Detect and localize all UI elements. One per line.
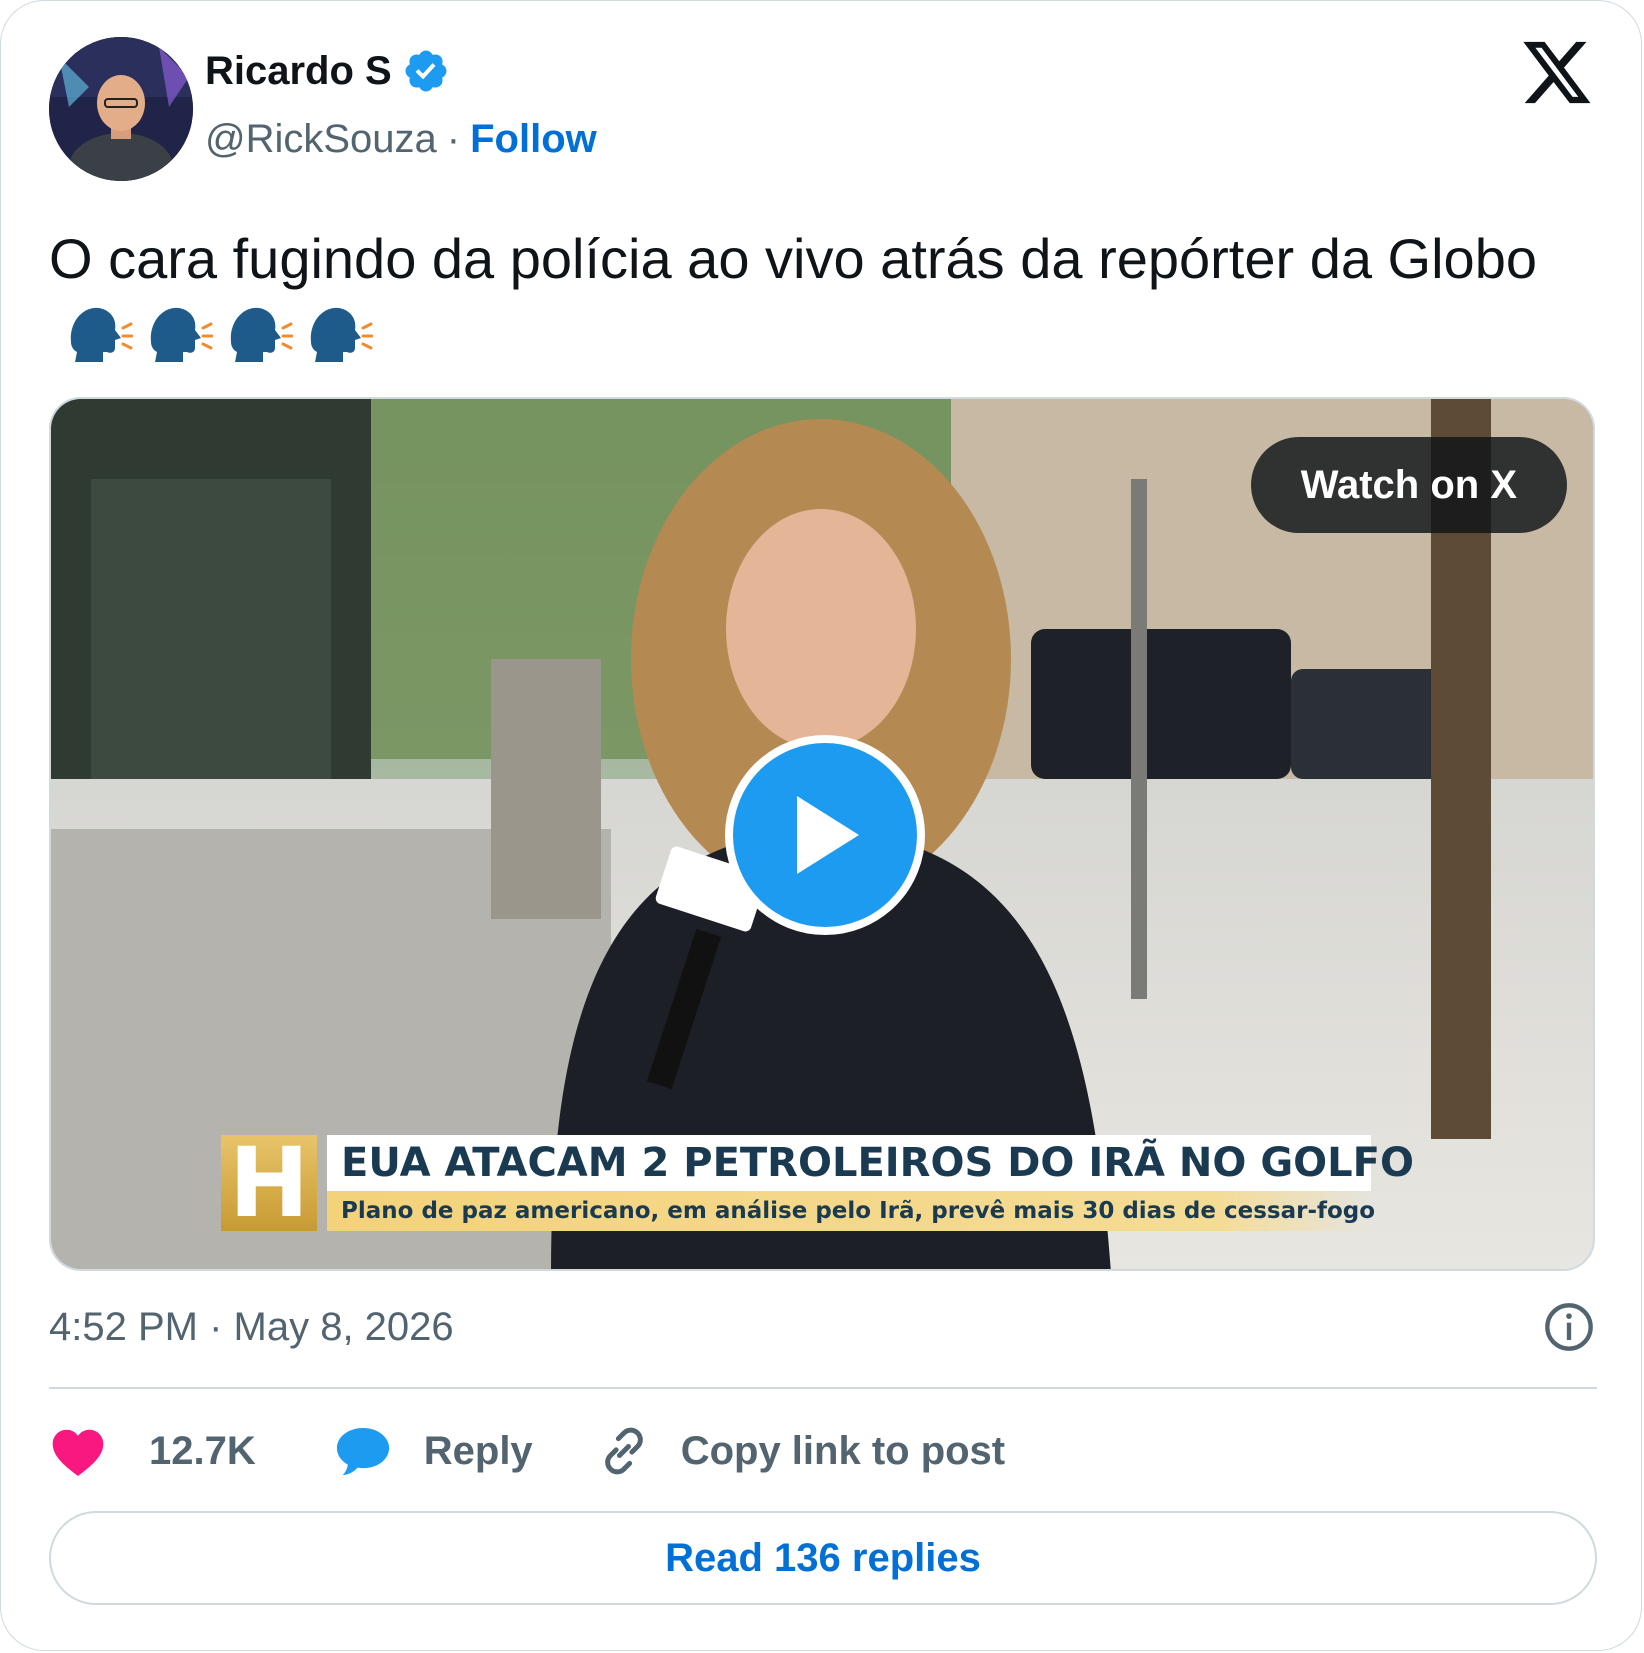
author-name[interactable]: Ricardo S <box>205 49 392 94</box>
reply-button[interactable]: Reply <box>334 1424 533 1478</box>
divider <box>49 1387 1597 1389</box>
verified-badge-icon <box>405 50 447 92</box>
reply-bubble-icon <box>336 1428 389 1476</box>
speaking-head-icon <box>150 307 213 362</box>
tweet-card: Ricardo S @RickSouza · Follow O cara fug… <box>0 0 1642 1651</box>
tweet-text: O cara fugindo da polícia ao vivo atrás … <box>49 219 1569 379</box>
tweet-text-body: O cara fugindo da polícia ao vivo atrás … <box>49 227 1537 290</box>
news-subline: Plano de paz americano, em análise pelo … <box>327 1191 1375 1231</box>
play-button[interactable] <box>725 735 925 935</box>
follow-button[interactable]: Follow <box>470 117 597 162</box>
handle-row: @RickSouza · Follow <box>205 117 597 162</box>
copy-link-button[interactable]: Copy link to post <box>597 1424 1005 1478</box>
speaking-head-icon <box>230 307 293 362</box>
like-button[interactable]: 12.7K <box>49 1425 256 1477</box>
video-player[interactable]: Watch on X H EUA ATACAM 2 PETROLEIROS DO… <box>49 397 1595 1271</box>
news-headline: EUA ATACAM 2 PETROLEIROS DO IRÃ NO GOLFO <box>327 1135 1414 1191</box>
post-timestamp[interactable]: 4:52 PM · May 8, 2026 <box>49 1305 454 1349</box>
action-bar: 12.7K Reply Copy link to post <box>49 1411 1005 1491</box>
author-name-row: Ricardo S <box>205 47 450 95</box>
reply-label: Reply <box>423 1428 533 1473</box>
avatar[interactable] <box>49 37 193 181</box>
timestamp-row: 4:52 PM · May 8, 2026 <box>49 1297 1597 1357</box>
author-handle[interactable]: @RickSouza <box>205 117 437 162</box>
link-icon <box>604 1427 643 1475</box>
emoji-group <box>65 302 373 366</box>
copy-link-label: Copy link to post <box>680 1428 1006 1473</box>
speaking-head-icon <box>310 307 373 362</box>
watch-on-x-button[interactable]: Watch on X <box>1250 437 1567 533</box>
separator: · <box>446 117 461 161</box>
info-icon[interactable] <box>1543 1301 1595 1353</box>
heart-icon <box>52 1429 104 1477</box>
like-count: 12.7K <box>149 1428 256 1473</box>
x-logo-icon[interactable] <box>1523 41 1593 107</box>
read-replies-button[interactable]: Read 136 replies <box>49 1511 1597 1605</box>
speaking-head-icon <box>70 307 133 362</box>
news-channel-badge: H <box>221 1135 317 1231</box>
play-icon <box>797 796 859 874</box>
